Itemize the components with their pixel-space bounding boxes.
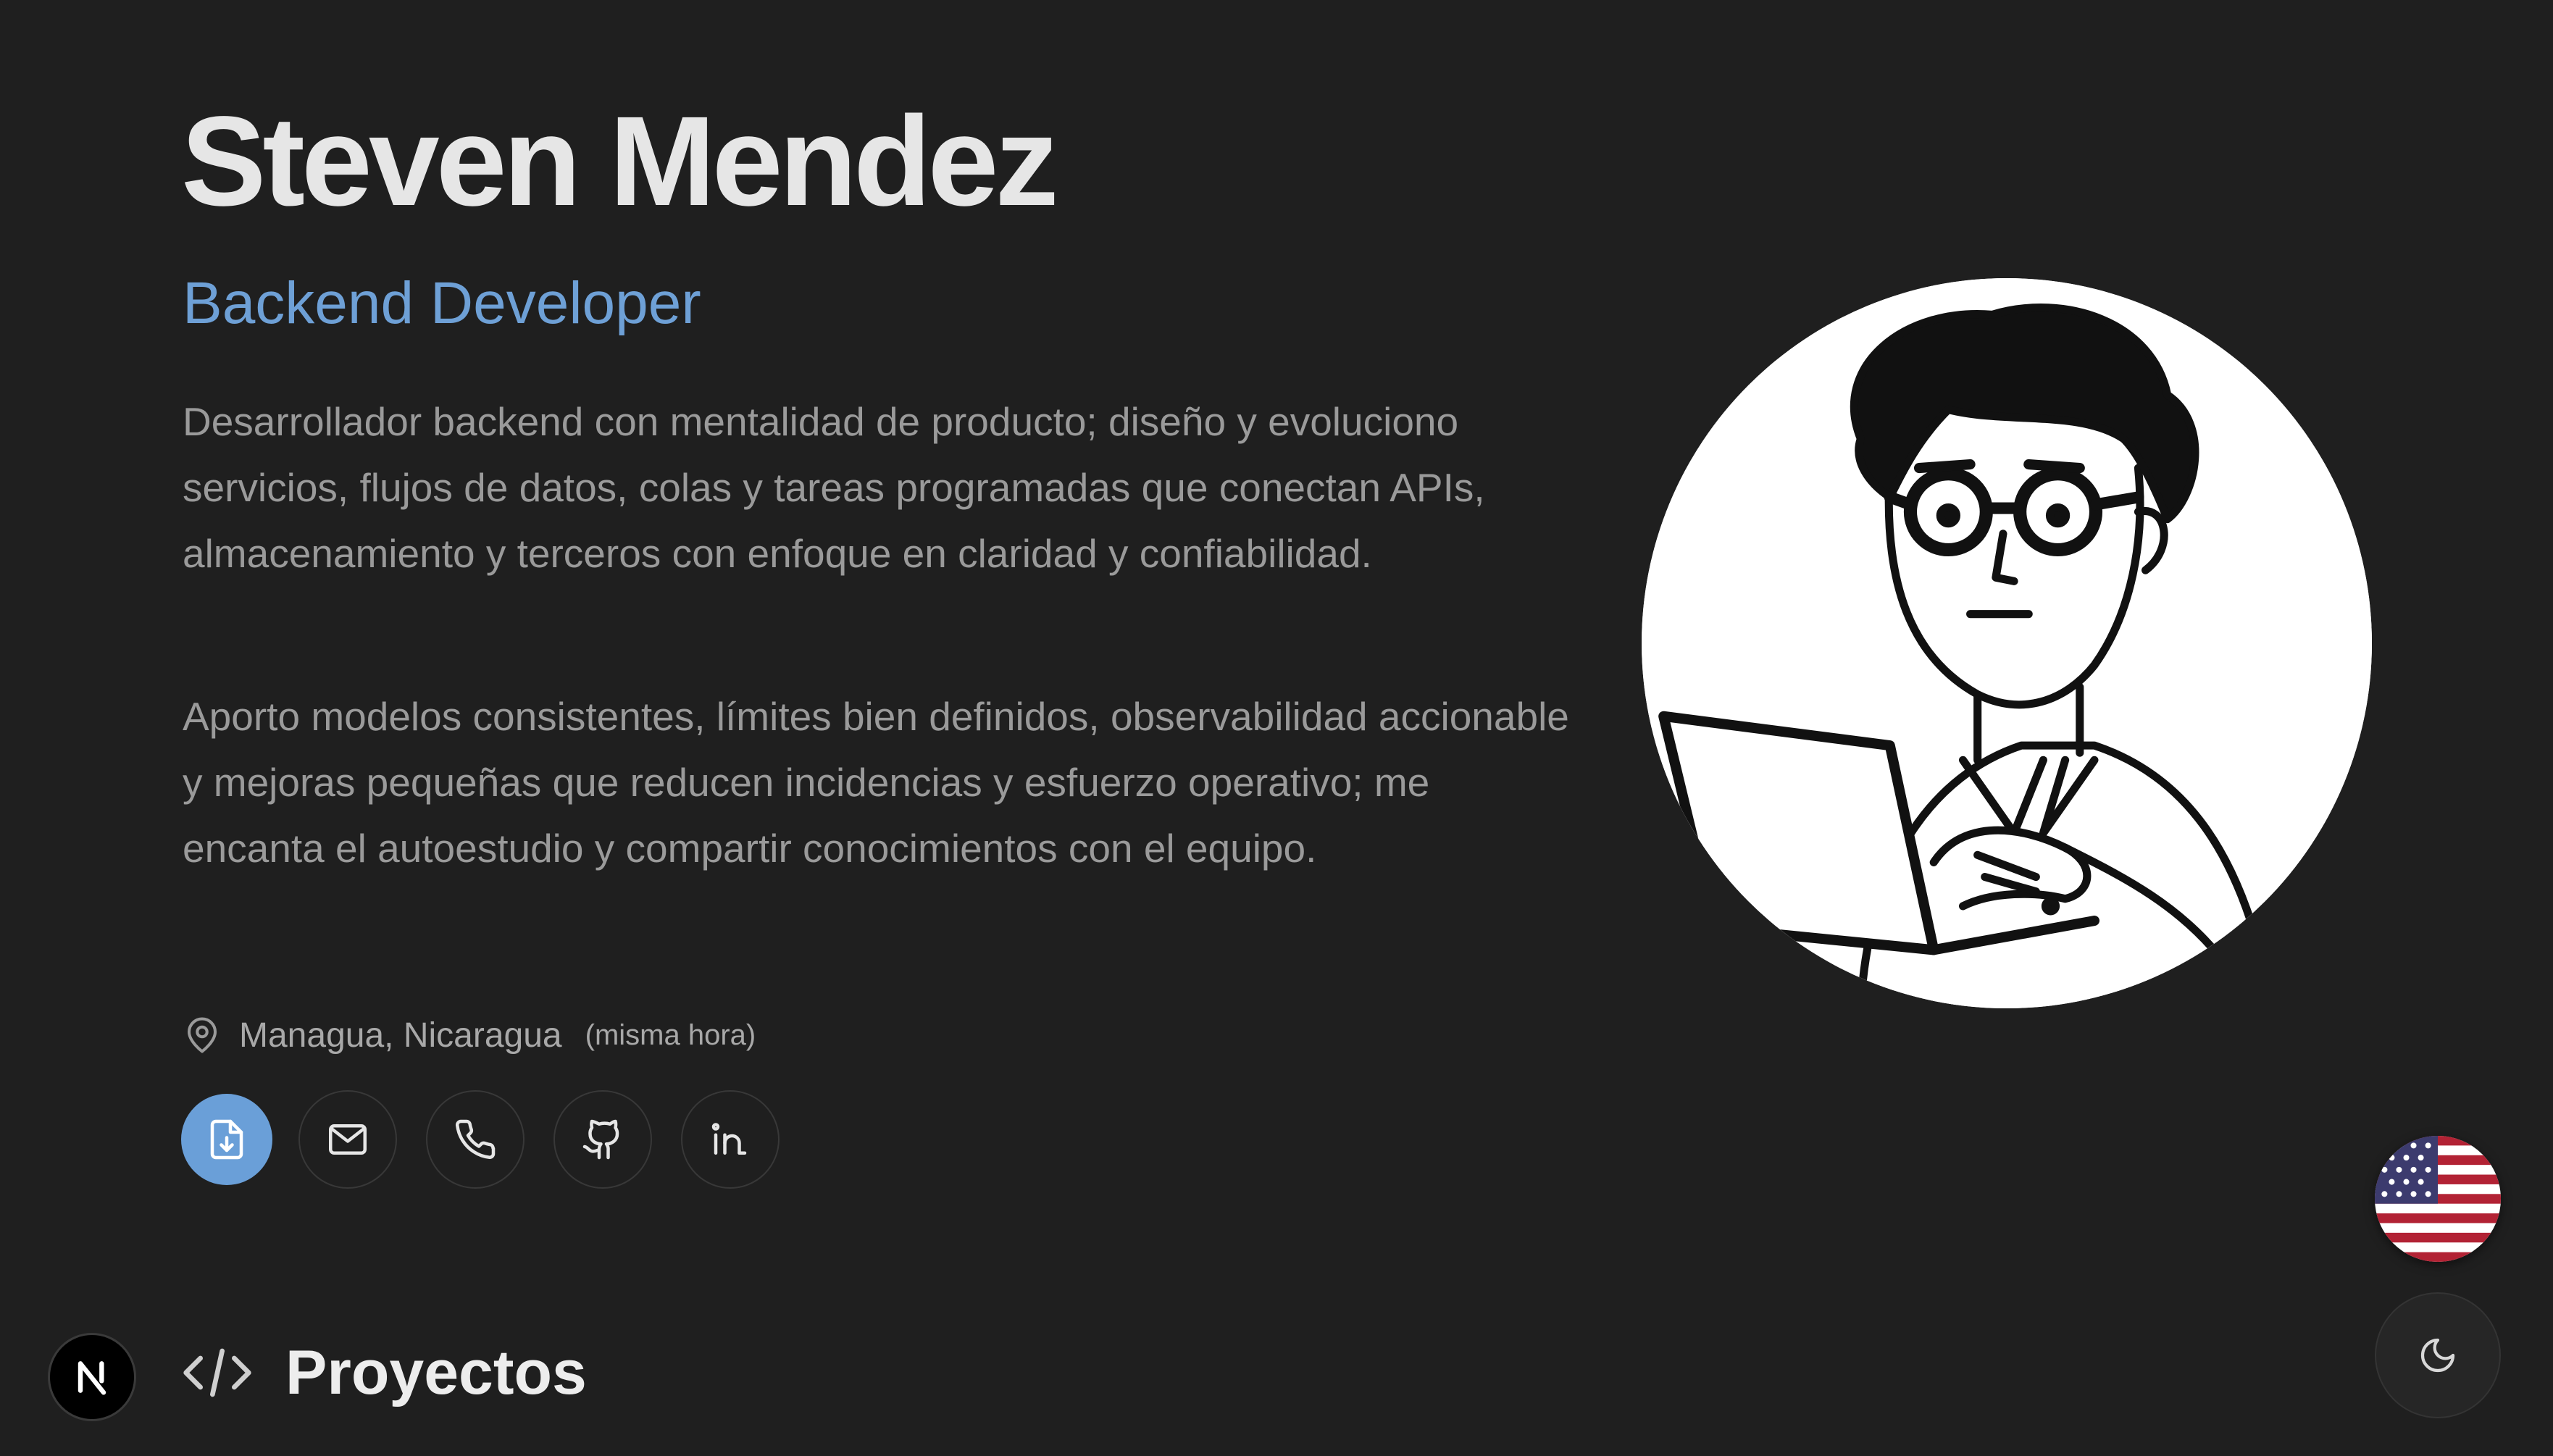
- location-city: Managua, Nicaragua: [239, 1016, 562, 1055]
- portfolio-page: Steven Mendez Backend Developer Desarrol…: [0, 0, 2553, 1456]
- profile-role: Backend Developer: [183, 270, 701, 336]
- code-icon: [181, 1344, 254, 1402]
- email-button[interactable]: [298, 1090, 397, 1189]
- contact-actions: [181, 1090, 780, 1189]
- section-title: Proyectos: [285, 1337, 587, 1407]
- profile-name: Steven Mendez: [181, 91, 1058, 233]
- map-pin-icon: [183, 1016, 222, 1055]
- profile-avatar: [1642, 278, 2372, 1008]
- avatar-illustration: [1642, 278, 2372, 1008]
- language-switch-button[interactable]: [2375, 1136, 2501, 1262]
- moon-icon: [2420, 1338, 2455, 1373]
- us-flag-icon: [2375, 1136, 2501, 1262]
- mail-icon: [329, 1124, 367, 1155]
- projects-section-heading: Proyectos: [181, 1333, 587, 1413]
- linkedin-icon: [711, 1123, 747, 1155]
- github-button[interactable]: [553, 1090, 652, 1189]
- phone-icon: [456, 1119, 496, 1159]
- timezone-note: (misma hora): [585, 1018, 756, 1051]
- bio-paragraph-1: Desarrollador backend con mentalidad de …: [183, 399, 1485, 576]
- github-icon: [582, 1119, 619, 1160]
- nextjs-dev-badge[interactable]: [48, 1333, 136, 1421]
- file-download-icon: [210, 1119, 243, 1160]
- nextjs-logo-icon: [78, 1361, 106, 1395]
- linkedin-button[interactable]: [681, 1090, 780, 1189]
- bio-paragraph-2: Aporto modelos consistentes, límites bie…: [183, 694, 1569, 871]
- download-cv-button[interactable]: [181, 1094, 272, 1185]
- phone-button[interactable]: [426, 1090, 525, 1189]
- theme-toggle-button[interactable]: [2375, 1292, 2501, 1418]
- location-row: Managua, Nicaragua (misma hora): [183, 1010, 756, 1060]
